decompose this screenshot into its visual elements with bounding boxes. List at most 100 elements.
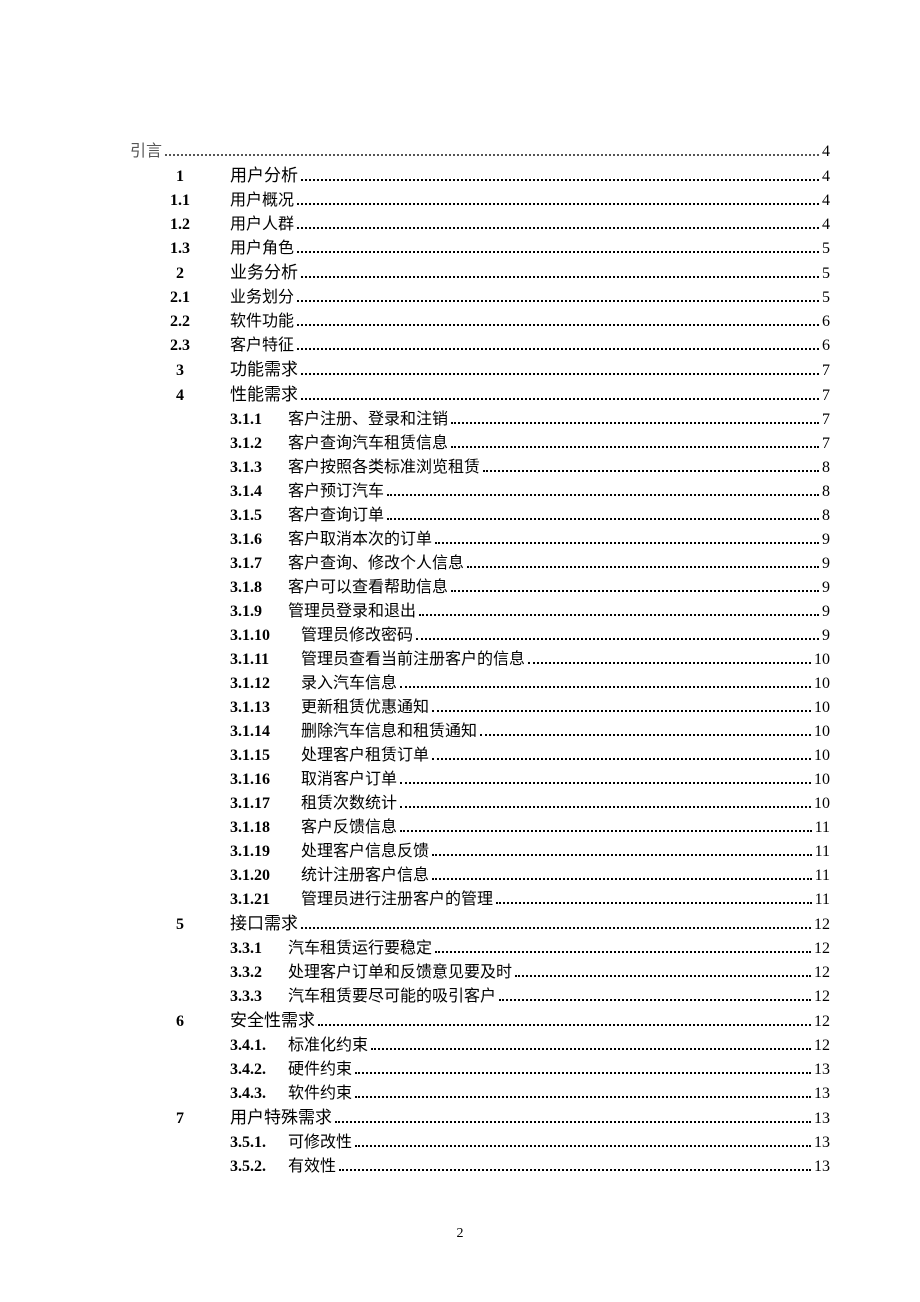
- toc-entry[interactable]: 3.1.14删除汽车信息和租赁通知 10: [130, 720, 830, 744]
- toc-entry-content: 3.1.15处理客户租赁订单 10: [230, 744, 830, 768]
- toc-entry[interactable]: 3.1.1客户注册、登录和注销 7: [130, 408, 830, 432]
- leader-dots: [355, 1060, 811, 1074]
- toc-entry[interactable]: 3.5.1.可修改性 13: [130, 1131, 830, 1155]
- toc-entry-content: 3.1.14删除汽车信息和租赁通知 10: [230, 720, 830, 744]
- leader-dots: [301, 915, 811, 929]
- toc-entry-page: 10: [814, 768, 830, 792]
- toc-entry-page: 4: [822, 189, 830, 213]
- toc-entry-title: 客户可以查看帮助信息: [288, 576, 448, 600]
- leader-dots: [355, 1084, 811, 1098]
- toc-entry-title: 统计注册客户信息: [301, 864, 429, 888]
- toc-entry-page: 13: [814, 1131, 830, 1155]
- toc-entry[interactable]: 3.1.6客户取消本次的订单 9: [130, 528, 830, 552]
- toc-entry[interactable]: 3.1.4客户预订汽车 8: [130, 480, 830, 504]
- toc-entry[interactable]: 1.3用户角色5: [130, 237, 830, 261]
- toc-entry[interactable]: 6安全性需求 12: [130, 1009, 830, 1034]
- toc-entry[interactable]: 2.3客户特征6: [130, 334, 830, 358]
- toc-entry[interactable]: 3.4.3.软件约束 13: [130, 1082, 830, 1106]
- toc-entry-title: 管理员修改密码: [301, 624, 413, 648]
- toc-entry[interactable]: 3.1.12录入汽车信息 10: [130, 672, 830, 696]
- toc-entry-page: 11: [815, 864, 830, 888]
- toc-entry[interactable]: 5接口需求 12: [130, 912, 830, 937]
- toc-entry[interactable]: 1用户分析4: [130, 164, 830, 189]
- toc-sub-number: 3.1.18: [230, 816, 285, 840]
- leader-dots: [416, 626, 819, 640]
- toc-intro-row[interactable]: 引言 4: [130, 140, 830, 164]
- toc-entry-content: 3.5.2.有效性 13: [230, 1155, 830, 1179]
- toc-entry[interactable]: 3.5.2.有效性 13: [130, 1155, 830, 1179]
- leader-dots: [301, 386, 819, 400]
- toc-entry-title: 接口需求: [230, 912, 298, 936]
- toc-entry[interactable]: 3.1.11管理员查看当前注册客户的信息10: [130, 648, 830, 672]
- toc-entry[interactable]: 4性能需求 7: [130, 383, 830, 408]
- toc-entry[interactable]: 2业务分析5: [130, 261, 830, 286]
- leader-dots: [400, 674, 811, 688]
- toc-sub-number: 3.1.14: [230, 720, 285, 744]
- toc-sub-number: 3.1.4: [230, 480, 272, 504]
- toc-sub-number: 3.3.1: [230, 937, 272, 961]
- toc-entry[interactable]: 3.1.19处理客户信息反馈 11: [130, 840, 830, 864]
- toc-entry-title: 业务划分: [230, 286, 294, 310]
- toc-entry-page: 10: [814, 720, 830, 744]
- leader-dots: [515, 963, 811, 977]
- toc-sub-number: 3.1.17: [230, 792, 285, 816]
- toc-entry[interactable]: 3.1.9管理员登录和退出 9: [130, 600, 830, 624]
- toc-entry[interactable]: 1.2用户人群4: [130, 213, 830, 237]
- toc-entry[interactable]: 3.1.15处理客户租赁订单 10: [130, 744, 830, 768]
- toc-entry[interactable]: 3.1.16取消客户订单 10: [130, 768, 830, 792]
- toc-entry-number: 2.1: [130, 286, 230, 310]
- toc-entry-content: 安全性需求 12: [230, 1009, 830, 1034]
- leader-dots: [297, 336, 819, 350]
- toc-entry-page: 10: [814, 672, 830, 696]
- toc-entry[interactable]: 3.4.2.硬件约束 13: [130, 1058, 830, 1082]
- toc-entry-title: 客户取消本次的订单: [288, 528, 432, 552]
- leader-dots: [467, 554, 819, 568]
- toc-entry[interactable]: 3.4.1.标准化约束 12: [130, 1034, 830, 1058]
- toc-entry[interactable]: 3.1.8客户可以查看帮助信息 9: [130, 576, 830, 600]
- toc-intro-page: 4: [822, 140, 830, 164]
- toc-entry-page: 13: [814, 1082, 830, 1106]
- toc-entry[interactable]: 3功能需求7: [130, 358, 830, 383]
- toc-entry-number: 2.2: [130, 310, 230, 334]
- toc-sub-number: 3.1.2: [230, 432, 272, 456]
- toc-entry[interactable]: 3.1.3客户按照各类标准浏览租赁 8: [130, 456, 830, 480]
- toc-entry[interactable]: 3.3.1汽车租赁运行要稳定 12: [130, 937, 830, 961]
- leader-dots: [297, 215, 819, 229]
- toc-entry[interactable]: 2.2软件功能6: [130, 310, 830, 334]
- toc-entry[interactable]: 3.1.7客户查询、修改个人信息 9: [130, 552, 830, 576]
- toc-entry[interactable]: 3.1.21管理员进行注册客户的管理 11: [130, 888, 830, 912]
- toc-entry[interactable]: 3.1.17租赁次数统计 10: [130, 792, 830, 816]
- toc-entry[interactable]: 3.1.20统计注册客户信息 11: [130, 864, 830, 888]
- toc-entry-title: 汽车租赁要尽可能的吸引客户: [288, 985, 496, 1009]
- toc-entry-content: 3.1.11管理员查看当前注册客户的信息10: [230, 648, 830, 672]
- toc-entry-content: 3.4.1.标准化约束 12: [230, 1034, 830, 1058]
- toc-entry[interactable]: 7用户特殊需求 13: [130, 1106, 830, 1131]
- toc-entry[interactable]: 3.1.10管理员修改密码 9: [130, 624, 830, 648]
- toc-sub-number: 3.1.21: [230, 888, 285, 912]
- toc-entry-page: 12: [814, 961, 830, 985]
- toc-entry-page: 12: [814, 1034, 830, 1058]
- toc-entry-page: 10: [814, 792, 830, 816]
- toc-entry-content: 3.1.17租赁次数统计 10: [230, 792, 830, 816]
- leader-dots: [432, 842, 812, 856]
- toc-sub-number: 3.1.13: [230, 696, 285, 720]
- toc-sub-number: 3.4.2.: [230, 1058, 272, 1082]
- toc-entry[interactable]: 3.1.5客户查询订单 8: [130, 504, 830, 528]
- toc-entry[interactable]: 3.1.18客户反馈信息 11: [130, 816, 830, 840]
- toc-entry-content: 3.1.4客户预订汽车 8: [230, 480, 830, 504]
- leader-dots: [480, 722, 811, 736]
- toc-entry-title: 管理员查看当前注册客户的信息: [301, 648, 525, 672]
- toc-entry-title: 处理客户订单和反馈意见要及时: [288, 961, 512, 985]
- toc-entry-title: 用户概况: [230, 189, 294, 213]
- toc-entry[interactable]: 1.1用户概况4: [130, 189, 830, 213]
- toc-entry[interactable]: 3.1.13更新租赁优惠通知 10: [130, 696, 830, 720]
- toc-entry[interactable]: 2.1业务划分5: [130, 286, 830, 310]
- toc-sub-number: 3.5.1.: [230, 1131, 272, 1155]
- toc-entry[interactable]: 3.1.2客户查询汽车租赁信息 7: [130, 432, 830, 456]
- toc-entry-content: 3.1.6客户取消本次的订单 9: [230, 528, 830, 552]
- leader-dots: [451, 410, 819, 424]
- toc-entry[interactable]: 3.3.3汽车租赁要尽可能的吸引客户 12: [130, 985, 830, 1009]
- toc-entry-page: 13: [814, 1107, 830, 1131]
- toc-entry[interactable]: 3.3.2处理客户订单和反馈意见要及时 12: [130, 961, 830, 985]
- toc-entry-content: 3.3.3汽车租赁要尽可能的吸引客户 12: [230, 985, 830, 1009]
